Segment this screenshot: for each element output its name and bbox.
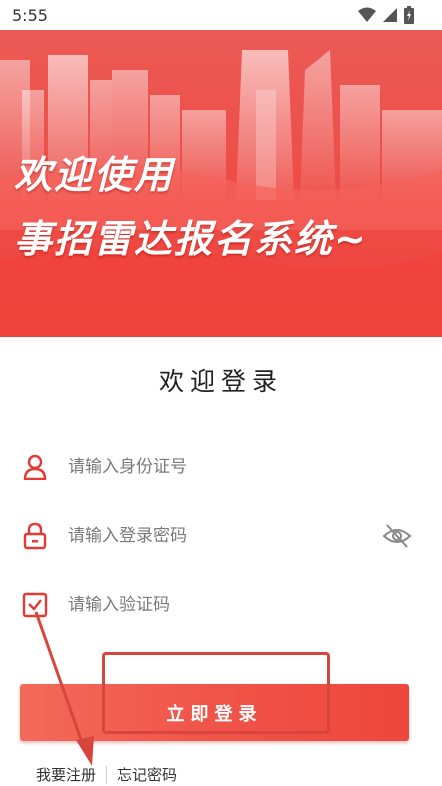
link-divider bbox=[106, 765, 108, 784]
captcha-input[interactable] bbox=[68, 595, 358, 615]
password-input[interactable] bbox=[68, 526, 358, 546]
forgot-password-link[interactable]: 忘记密码 bbox=[117, 764, 177, 785]
status-bar: 5:55 bbox=[0, 0, 442, 30]
eye-off-icon[interactable] bbox=[382, 522, 412, 550]
banner-headline-2: 事招雷达报名系统~ bbox=[14, 217, 368, 261]
captcha-field bbox=[20, 585, 420, 625]
status-time: 5:55 bbox=[12, 6, 48, 25]
register-link[interactable]: 我要注册 bbox=[36, 764, 96, 785]
page-title: 欢迎登录 bbox=[158, 367, 283, 396]
user-icon bbox=[20, 452, 50, 482]
checkbox-icon bbox=[20, 590, 50, 620]
id-number-input[interactable] bbox=[68, 457, 358, 477]
signal-icon bbox=[383, 8, 397, 22]
lock-icon bbox=[20, 521, 50, 551]
password-field bbox=[20, 516, 420, 556]
wifi-icon bbox=[358, 7, 376, 22]
bottom-links: 我要注册 忘记密码 bbox=[36, 764, 177, 785]
status-icons bbox=[358, 6, 414, 24]
id-number-field bbox=[20, 447, 420, 487]
login-button[interactable]: 立即登录 bbox=[20, 684, 409, 741]
battery-icon bbox=[404, 6, 414, 24]
banner-headline-1: 欢迎使用 bbox=[14, 153, 175, 197]
welcome-banner: 欢迎使用 事招雷达报名系统~ bbox=[0, 30, 442, 337]
